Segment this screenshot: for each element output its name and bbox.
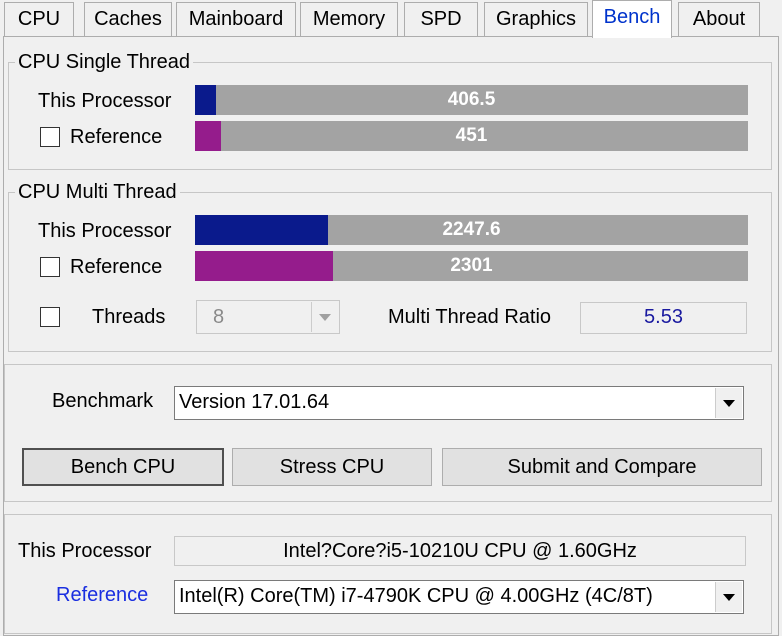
this-processor-label: This Processor: [18, 540, 152, 562]
reference-dropdown-arrow-icon[interactable]: [715, 582, 742, 612]
tab-mainboard[interactable]: Mainboard: [176, 2, 296, 36]
threads-select-value: 8: [213, 306, 225, 328]
reference-processor-select[interactable]: Intel(R) Core(TM) i7-4790K CPU @ 4.00GHz…: [174, 580, 744, 614]
tab-bench[interactable]: Bench: [592, 0, 672, 38]
single-this-processor-bar: 406.5: [195, 85, 748, 115]
submit-and-compare-button[interactable]: Submit and Compare: [442, 448, 762, 486]
threads-dropdown-arrow-icon[interactable]: [311, 302, 338, 332]
benchmark-dropdown-arrow-icon[interactable]: [715, 388, 742, 418]
benchmark-version-select[interactable]: Version 17.01.64: [174, 386, 744, 420]
multi-reference-bar: 2301: [195, 251, 748, 281]
multi-reference-label: Reference: [70, 256, 163, 278]
single-thread-group: CPU Single Thread: [8, 49, 772, 170]
multi-reference-checkbox[interactable]: [40, 257, 60, 277]
stress-cpu-button[interactable]: Stress CPU: [232, 448, 432, 486]
single-reference-label: Reference: [70, 126, 163, 148]
threads-label: Threads: [92, 306, 166, 328]
multi-reference-score: 2301: [450, 255, 493, 276]
single-reference-score: 451: [455, 125, 488, 146]
tab-caches[interactable]: Caches: [84, 2, 172, 36]
multi-thread-ratio-label: Multi Thread Ratio: [388, 306, 552, 328]
multi-thread-title: CPU Multi Thread: [15, 179, 180, 205]
tab-about[interactable]: About: [678, 2, 760, 36]
single-reference-bar: 451: [195, 121, 748, 151]
single-this-processor-label: This Processor: [38, 90, 172, 112]
multi-this-processor-label: This Processor: [38, 220, 172, 242]
single-this-processor-score: 406.5: [447, 89, 496, 110]
threads-checkbox[interactable]: [40, 307, 60, 327]
multi-this-processor-bar: 2247.6: [195, 215, 748, 245]
reference-processor-value: Intel(R) Core(TM) i7-4790K CPU @ 4.00GHz…: [179, 585, 653, 607]
benchmark-version-value: Version 17.01.64: [179, 391, 330, 413]
reference-processor-link[interactable]: Reference: [56, 582, 148, 608]
tab-spd[interactable]: SPD: [404, 2, 478, 36]
this-processor-name: Intel?Core?i5-10210U CPU @ 1.60GHz: [174, 536, 746, 566]
multi-this-processor-score: 2247.6: [442, 219, 501, 240]
bench-cpu-button[interactable]: Bench CPU: [22, 448, 224, 486]
tab-graphics[interactable]: Graphics: [484, 2, 588, 36]
multi-thread-ratio-value: 5.53: [580, 302, 747, 334]
benchmark-label: Benchmark: [52, 390, 154, 412]
threads-select[interactable]: 8: [196, 300, 340, 334]
tab-cpu[interactable]: CPU: [4, 2, 74, 36]
tab-memory[interactable]: Memory: [300, 2, 398, 36]
processors-group: [4, 514, 772, 634]
single-reference-checkbox[interactable]: [40, 127, 60, 147]
single-thread-title: CPU Single Thread: [15, 49, 193, 75]
